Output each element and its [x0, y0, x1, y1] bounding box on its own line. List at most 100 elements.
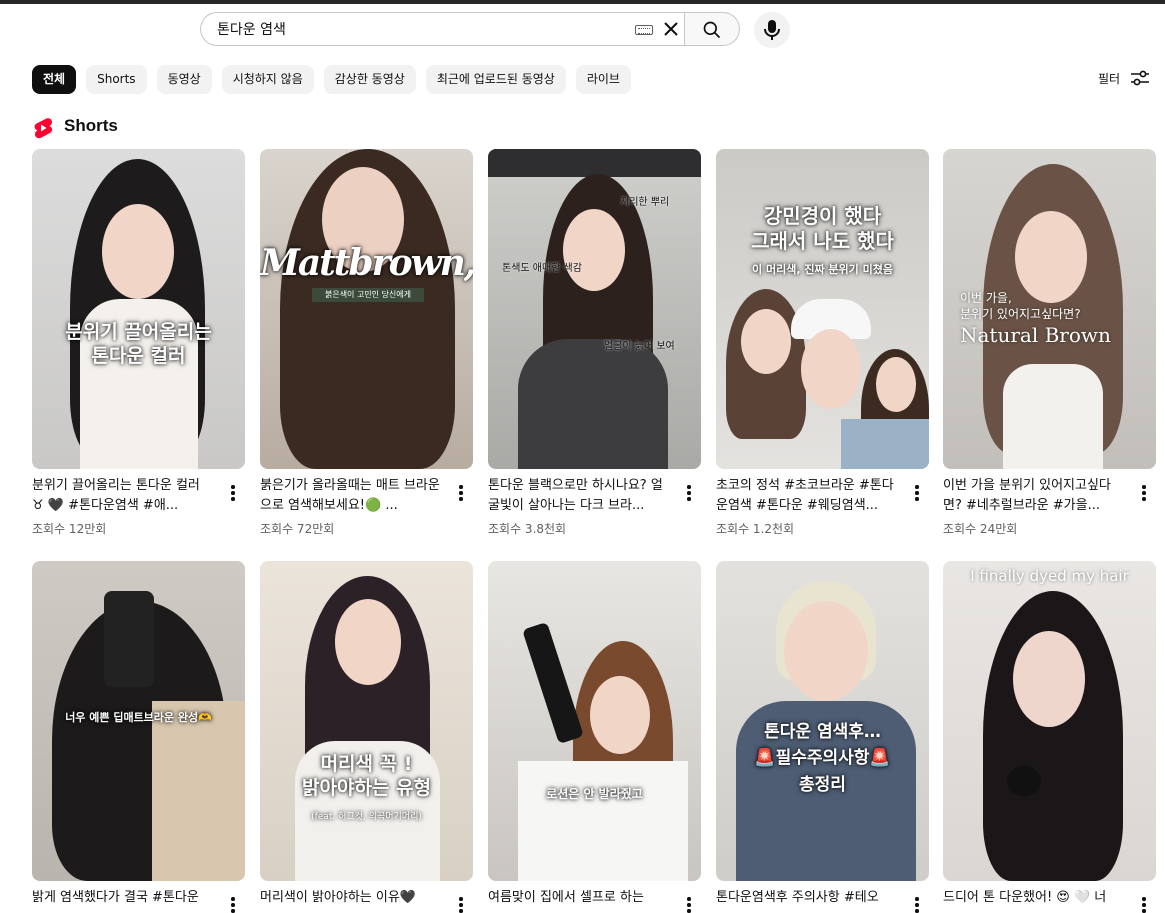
- thumbnail-text: Natural Brown: [960, 323, 1111, 347]
- short-title[interactable]: 드디어 톤 다운했어! 😍 🤍 너: [943, 888, 1123, 908]
- shirt-shape: [152, 701, 245, 881]
- shirt-shape: [1003, 364, 1103, 469]
- view-count: 조회수 12만회: [32, 522, 107, 536]
- chip-videos[interactable]: 동영상: [156, 65, 212, 94]
- short-card[interactable]: 강민경이 했다 그래서 나도 했다 이 머리색, 진짜 분위기 미쳤음 초코의 …: [716, 149, 929, 537]
- note-label: 지리한 뿌리: [620, 197, 670, 208]
- view-count: 조회수 24만회: [943, 522, 1018, 536]
- more-vert-icon[interactable]: [915, 897, 919, 913]
- thumbnail-text: I finally dyed my hair: [970, 567, 1129, 585]
- short-thumbnail[interactable]: 분위기 끌어올리는 톤다운 컬러: [32, 149, 245, 469]
- face-shape: [1015, 211, 1087, 303]
- short-title[interactable]: 이번 가을 분위기 있어지고싶다면? #네추럴브라운 #가을...: [943, 476, 1123, 516]
- thumbnail-subtitle: 이번 가을, 분위기 있어지고싶다면?: [960, 291, 1081, 321]
- short-thumbnail[interactable]: 머리색 꼭 ! 밝아야하는 유형 (feat. 허그컷, 의곡머기머리): [260, 561, 473, 881]
- face-shape: [590, 676, 650, 754]
- chip-all[interactable]: 전체: [32, 65, 77, 94]
- filter-icon: [1131, 70, 1150, 86]
- note-label: 얼굴이 늙어 보여: [604, 341, 675, 352]
- thumbnail-text: 톤다운 염색후… 🚨필수주의사항🚨 총정리: [754, 722, 891, 795]
- short-title[interactable]: 톤다운염색후 주의사항 #테오: [716, 888, 896, 908]
- filter-label: 필터: [1098, 71, 1121, 86]
- bottle-shape: [522, 621, 584, 745]
- face-shape: [563, 209, 625, 291]
- face-shape: [102, 204, 174, 299]
- short-thumbnail[interactable]: 로션은 안 발라줬고: [488, 561, 701, 881]
- more-vert-icon[interactable]: [687, 897, 691, 913]
- short-card[interactable]: 지리한 뿌리 톤색도 애매한 색감 얼굴이 늙어 보여 톤다운 블랙으로만 하시…: [488, 149, 701, 537]
- note-label: 톤색도 애매한 색감: [502, 263, 582, 274]
- chip-recently-uploaded[interactable]: 최근에 업로드된 동영상: [425, 65, 566, 94]
- hands-shape: [488, 149, 701, 177]
- face-shape: [1013, 631, 1085, 727]
- view-count: 조회수 1.2천회: [716, 522, 795, 536]
- short-title[interactable]: 머리색이 밝아야하는 이유🖤: [260, 888, 440, 908]
- clear-icon[interactable]: [659, 17, 683, 41]
- thumbnail-text: 로션은 안 발라줬고: [546, 787, 643, 801]
- short-thumbnail[interactable]: 강민경이 했다 그래서 나도 했다 이 머리색, 진짜 분위기 미쳤음: [716, 149, 929, 469]
- short-title[interactable]: 여름맞이 집에서 셀프로 하는: [488, 888, 668, 908]
- filter-button[interactable]: 필터: [1098, 69, 1150, 87]
- face-shape: [335, 599, 401, 685]
- flower-choker-shape: [1007, 766, 1041, 796]
- face-shape: [876, 357, 916, 412]
- short-thumbnail[interactable]: 이번 가을, 분위기 있어지고싶다면? Natural Brown: [943, 149, 1156, 469]
- thumbnail-text: 분위기 끌어올리는 톤다운 컬러: [65, 321, 212, 367]
- shorts-logo-icon: [34, 118, 53, 139]
- short-card[interactable]: Mattbrown, 붉은색이 고민인 당신에게 붉은기가 올라올때는 매트 브…: [260, 149, 473, 537]
- chip-unwatched[interactable]: 시청하지 않음: [221, 65, 314, 94]
- search-button[interactable]: [684, 12, 740, 46]
- thumbnail-text: 머리색 꼭 ! 밝아야하는 유형: [302, 753, 431, 799]
- more-vert-icon[interactable]: [1142, 485, 1146, 501]
- thumbnail-subtitle: (feat. 허그컷, 의곡머기머리): [311, 812, 422, 822]
- top-border: [0, 0, 1165, 4]
- face-shape: [801, 329, 861, 409]
- section-title: Shorts: [64, 116, 118, 135]
- more-vert-icon[interactable]: [231, 897, 235, 913]
- filter-chips: 전체 Shorts 동영상 시청하지 않음 감상한 동영상 최근에 업로드된 동…: [32, 65, 631, 94]
- face-shape: [784, 601, 868, 701]
- short-card[interactable]: 이번 가을, 분위기 있어지고싶다면? Natural Brown 이번 가을 …: [943, 149, 1156, 537]
- short-title[interactable]: 초코의 정석 #초코브라운 #톤다운염색 #톤다운 #웨딩염색...: [716, 476, 896, 516]
- phone-shape: [104, 591, 154, 687]
- short-thumbnail[interactable]: Mattbrown, 붉은색이 고민인 당신에게: [260, 149, 473, 469]
- short-title[interactable]: 분위기 끌어올리는 톤다운 컬러 ♉ 🖤 #톤다운염색 #애...: [32, 476, 212, 516]
- view-count: 조회수 72만회: [260, 522, 335, 536]
- thumbnail-text: Mattbrown,: [260, 242, 473, 284]
- short-card[interactable]: 너우 예쁜 딥매트브라운 완성🫶 밝게 염색했다가 결국 #톤다운: [32, 561, 245, 913]
- short-card[interactable]: I finally dyed my hair 드디어 톤 다운했어! 😍 🤍 너: [943, 561, 1156, 913]
- short-title[interactable]: 밝게 염색했다가 결국 #톤다운: [32, 888, 212, 908]
- search-input[interactable]: [217, 19, 617, 39]
- cape-shape: [518, 761, 688, 881]
- short-card[interactable]: 로션은 안 발라줬고 여름맞이 집에서 셀프로 하는: [488, 561, 701, 913]
- thumbnail-subtitle: 붉은색이 고민인 당신에게: [312, 288, 424, 302]
- more-vert-icon[interactable]: [687, 485, 691, 501]
- search-icon: [703, 21, 721, 39]
- more-vert-icon[interactable]: [231, 485, 235, 501]
- short-thumbnail[interactable]: 지리한 뿌리 톤색도 애매한 색감 얼굴이 늙어 보여: [488, 149, 701, 469]
- more-vert-icon[interactable]: [459, 897, 463, 913]
- keyboard-icon[interactable]: [635, 25, 653, 35]
- short-title[interactable]: 붉은기가 올라올때는 매트 브라운으로 염색해보세요!🟢 ...: [260, 476, 440, 516]
- short-card[interactable]: 분위기 끌어올리는 톤다운 컬러 분위기 끌어올리는 톤다운 컬러 ♉ 🖤 #톤…: [32, 149, 245, 537]
- short-thumbnail[interactable]: 톤다운 염색후… 🚨필수주의사항🚨 총정리: [716, 561, 929, 881]
- face-shape: [741, 309, 791, 374]
- thumbnail-subtitle: 이 머리색, 진짜 분위기 미쳤음: [752, 263, 893, 276]
- short-thumbnail[interactable]: I finally dyed my hair: [943, 561, 1156, 881]
- mic-icon: [764, 20, 780, 40]
- chip-live[interactable]: 라이브: [575, 65, 631, 94]
- more-vert-icon[interactable]: [1142, 897, 1146, 913]
- thumbnail-text: 강민경이 했다 그래서 나도 했다: [751, 204, 894, 253]
- more-vert-icon[interactable]: [459, 485, 463, 501]
- short-title[interactable]: 톤다운 블랙으로만 하시나요? 얼굴빛이 살아나는 다크 브라...: [488, 476, 668, 516]
- short-card[interactable]: 머리색 꼭 ! 밝아야하는 유형 (feat. 허그컷, 의곡머기머리) 머리색…: [260, 561, 473, 913]
- search-box[interactable]: [200, 12, 684, 46]
- view-count: 조회수 3.8천회: [488, 522, 567, 536]
- thumbnail-text: 너우 예쁜 딥매트브라운 완성🫶: [65, 711, 212, 724]
- more-vert-icon[interactable]: [915, 485, 919, 501]
- short-card[interactable]: 톤다운 염색후… 🚨필수주의사항🚨 총정리 톤다운염색후 주의사항 #테오: [716, 561, 929, 913]
- chip-shorts[interactable]: Shorts: [86, 65, 147, 94]
- chip-watched[interactable]: 감상한 동영상: [323, 65, 416, 94]
- short-thumbnail[interactable]: 너우 예쁜 딥매트브라운 완성🫶: [32, 561, 245, 881]
- voice-search-button[interactable]: [754, 12, 790, 48]
